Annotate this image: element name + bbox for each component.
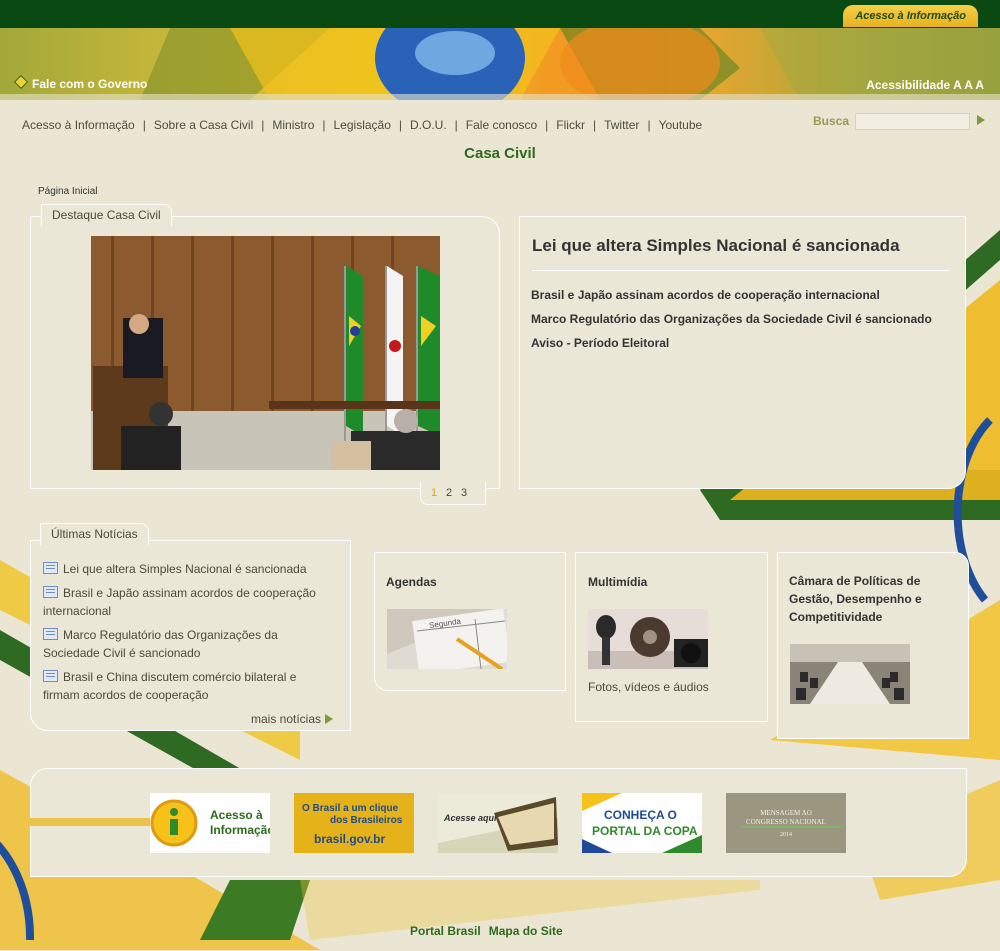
nav-sobre[interactable]: Sobre a Casa Civil — [154, 118, 253, 132]
svg-text:CONHEÇA O: CONHEÇA O — [604, 808, 677, 822]
headline-sublink[interactable]: Brasil e Japão assinam acordos de cooper… — [531, 288, 880, 302]
headline-sublink[interactable]: Marco Regulatório das Organizações da So… — [531, 312, 932, 326]
noticias-tab: Últimas Notícias — [40, 523, 149, 545]
svg-text:brasil.gov.br: brasil.gov.br — [314, 832, 385, 846]
main-nav: Acesso à Informação | Sobre a Casa Civil | M… — [22, 118, 702, 132]
pager-page-1[interactable]: 1 — [431, 487, 437, 499]
nav-twitter[interactable]: Twitter — [604, 118, 639, 132]
nav-separator: | — [261, 118, 265, 132]
svg-text:Informação: Informação — [210, 823, 270, 837]
more-news-link[interactable]: mais notícias — [251, 712, 334, 726]
search-submit-arrow-icon[interactable] — [977, 115, 985, 125]
svg-text:Acesso à: Acesso à — [210, 808, 263, 822]
svg-text:Acesse aqui: Acesse aqui — [443, 813, 497, 823]
acessibilidade-link[interactable]: Acessibilidade A A A — [866, 78, 984, 92]
svg-text:PORTAL DA COPA: PORTAL DA COPA — [592, 824, 698, 838]
acesso-informacao-tab[interactable]: Acesso à Informação — [843, 5, 978, 27]
multimidia-title[interactable]: Multimídia — [588, 573, 647, 591]
nav-youtube[interactable]: Youtube — [659, 118, 703, 132]
headline-link[interactable]: Lei que altera Simples Nacional é sancio… — [532, 236, 900, 256]
page-title: Casa Civil — [464, 145, 536, 162]
agendas-title[interactable]: Agendas — [386, 573, 437, 591]
destaque-photo[interactable] — [91, 236, 440, 470]
news-icon — [43, 628, 58, 640]
nav-fale-conosco[interactable]: Fale conosco — [466, 118, 537, 132]
search-input[interactable] — [855, 113, 970, 130]
multimidia-image[interactable] — [588, 609, 708, 669]
svg-text:MENSAGEM AO: MENSAGEM AO — [760, 809, 812, 817]
search-label: Busca — [813, 114, 850, 128]
list-item[interactable]: Brasil e China discutem comércio bilater… — [43, 668, 318, 704]
nav-acesso[interactable]: Acesso à Informação — [22, 118, 135, 132]
mensagem-congresso-banner[interactable]: MENSAGEM AO CONGRESSO NACIONAL 2014 — [726, 793, 846, 853]
pager-page-2[interactable]: 2 — [446, 487, 452, 499]
nav-legislacao[interactable]: Legislação — [334, 118, 391, 132]
nav-separator: | — [592, 118, 597, 132]
camara-image[interactable] — [790, 644, 910, 704]
diamond-icon — [13, 74, 29, 90]
news-icon — [43, 670, 58, 682]
agendas-image[interactable]: Segunda — [387, 609, 507, 669]
destaque-pager: 1 2 3 — [420, 482, 486, 505]
multimidia-caption: Fotos, vídeos e áudios — [588, 680, 709, 694]
svg-text:dos Brasileiros: dos Brasileiros — [330, 815, 403, 826]
acesso-informacao-banner[interactable]: Acesso à Informação — [150, 793, 270, 853]
pager-page-3[interactable]: 3 — [461, 487, 467, 499]
nav-separator: | — [454, 118, 458, 132]
nav-separator: | — [142, 118, 146, 132]
portal-da-copa-banner[interactable]: CONHEÇA O PORTAL DA COPA — [582, 793, 702, 853]
nav-flickr[interactable]: Flickr — [556, 118, 585, 132]
list-item[interactable]: Brasil e Japão assinam acordos de cooper… — [43, 584, 343, 620]
destaque-tab: Destaque Casa Civil — [41, 204, 172, 226]
brasil-gov-banner[interactable]: O Brasil a um clique dos Brasileiros bra… — [294, 793, 414, 853]
camara-title[interactable]: Câmara de Políticas de Gestão, Desempenh… — [789, 572, 939, 626]
mapa-do-site-link[interactable]: Mapa do Site — [489, 924, 563, 938]
svg-text:2014: 2014 — [780, 832, 792, 838]
nav-separator: | — [322, 118, 326, 132]
nav-ministro[interactable]: Ministro — [272, 118, 314, 132]
footer-links: Portal Brasil Mapa do Site — [410, 924, 571, 938]
arrow-right-icon — [325, 714, 334, 724]
news-icon — [43, 586, 58, 598]
headline-panel — [519, 216, 966, 489]
list-item[interactable]: Marco Regulatório das Organizações da So… — [43, 626, 303, 662]
nav-separator: | — [398, 118, 402, 132]
nav-separator: | — [545, 118, 549, 132]
breadcrumb[interactable]: Página Inicial — [38, 186, 97, 197]
nav-dou[interactable]: D.O.U. — [410, 118, 447, 132]
nav-separator: | — [647, 118, 651, 132]
svg-text:O Brasil a um clique: O Brasil a um clique — [302, 803, 399, 814]
svg-text:CONGRESSO NACIONAL: CONGRESSO NACIONAL — [746, 818, 826, 826]
list-item[interactable]: Lei que altera Simples Nacional é sancio… — [43, 560, 343, 578]
portal-brasil-link[interactable]: Portal Brasil — [410, 924, 481, 938]
header-banner — [0, 28, 1000, 100]
acesse-aqui-banner[interactable]: Acesse aqui — [438, 793, 558, 853]
fale-com-governo-link[interactable]: Fale com o Governo — [13, 74, 147, 91]
headline-divider — [532, 270, 950, 271]
news-icon — [43, 562, 58, 574]
footer-stripe — [30, 818, 150, 826]
headline-sublink[interactable]: Aviso - Período Eleitoral — [531, 336, 669, 350]
